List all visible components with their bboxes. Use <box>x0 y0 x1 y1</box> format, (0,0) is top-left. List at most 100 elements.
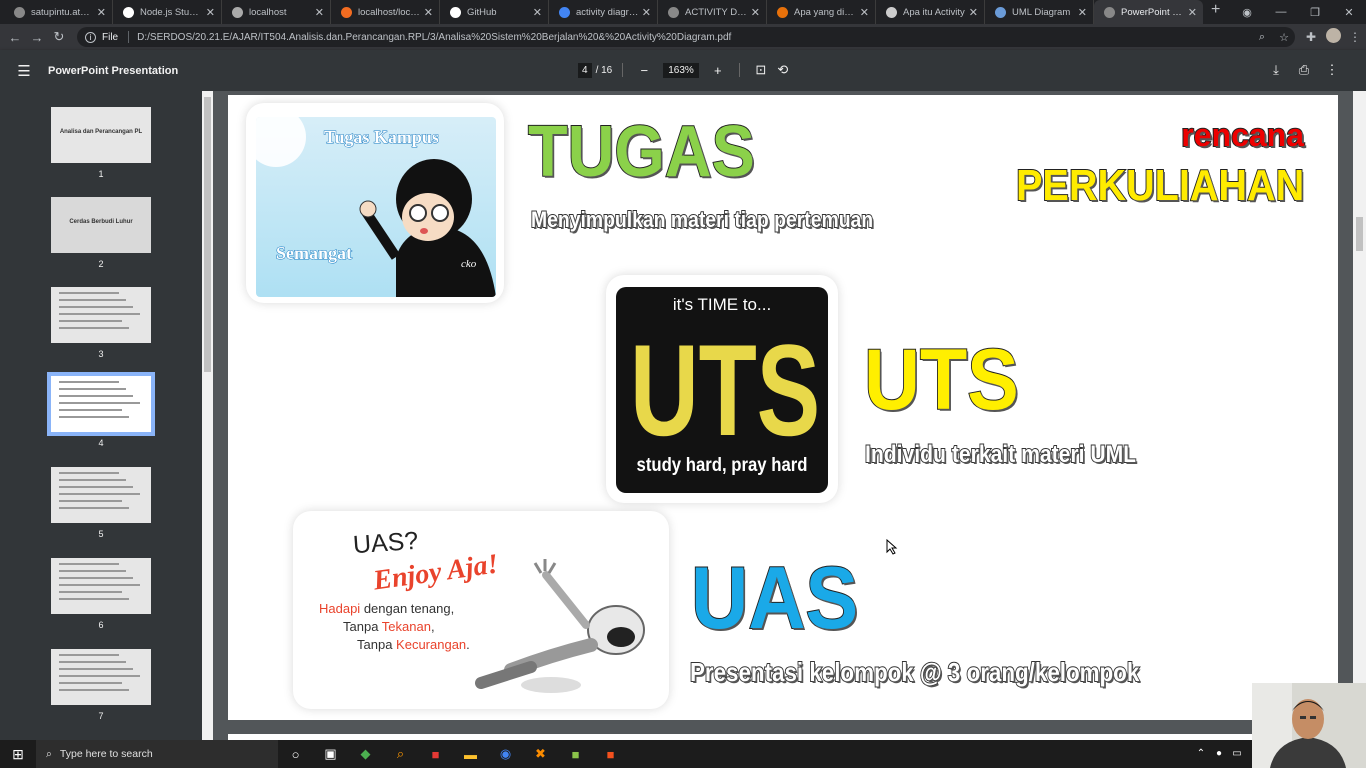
pdf-toolbar: ☰ PowerPoint Presentation 4 / 16 − 163% … <box>0 50 1366 91</box>
thumbnail-line <box>59 675 140 677</box>
tab-close-icon[interactable]: ✕ <box>533 6 542 19</box>
app-icon-2[interactable]: ■ <box>418 747 453 762</box>
app-icon-1[interactable]: ◆ <box>348 746 383 762</box>
tab-close-icon[interactable]: ✕ <box>424 6 433 19</box>
tab-favicon-icon <box>1104 6 1115 18</box>
battery-icon[interactable]: ▭ <box>1228 748 1246 759</box>
new-tab-button[interactable]: + <box>1211 1 1220 19</box>
page-thumbnail[interactable] <box>51 558 151 614</box>
page-thumbnail[interactable] <box>47 372 155 436</box>
thumbnail-text: Analisa dan Perancangan PL <box>59 129 143 135</box>
thumbnail-line <box>59 479 126 481</box>
thumbnail-page-number: 7 <box>98 711 104 721</box>
more-options-icon[interactable]: ⋮ <box>1318 62 1346 78</box>
hadapi-word: Hadapi <box>319 601 361 616</box>
pdf-page: Tugas Kampus Semangat cko TUGAS Menyimpu… <box>228 95 1338 720</box>
document-title: PowerPoint Presentation <box>48 64 179 77</box>
kebab-menu-icon[interactable]: ⋮ <box>1344 30 1366 44</box>
app-icon-3[interactable]: ■ <box>558 747 593 762</box>
zoom-in-button[interactable]: + <box>707 63 729 78</box>
cortana-icon[interactable]: ○ <box>278 747 313 762</box>
browser-tab[interactable]: PowerPoint Presentation✕ <box>1094 0 1203 24</box>
thumbnail-line <box>59 327 129 329</box>
url-text[interactable]: D:/SERDOS/20.21.E/AJAR/IT504.Analisis.da… <box>137 32 1251 43</box>
browser-tab[interactable]: Node.js Study | Dash✕ <box>113 0 222 24</box>
microphone-icon[interactable]: ● <box>1210 748 1228 759</box>
maximize-button[interactable]: ❐ <box>1298 6 1332 19</box>
sidebar-scrollbar-thumb[interactable] <box>204 97 211 372</box>
reload-button[interactable]: ↻ <box>48 29 70 45</box>
tab-title: localhost/localhost/ <box>358 6 421 18</box>
browser-tab[interactable]: satupintu.atmaluhur✕ <box>4 0 113 24</box>
thumbnail-line <box>59 299 126 301</box>
browser-tab[interactable]: GitHub ✕ <box>440 0 549 24</box>
thumbnail-line <box>59 493 140 495</box>
close-window-button[interactable]: ✕ <box>1332 6 1366 19</box>
profile-menu-icon[interactable]: ◉ <box>1230 6 1264 19</box>
thumbnail-line <box>59 313 140 315</box>
page-number-input[interactable]: 4 <box>578 62 592 78</box>
file-scheme-label: File <box>102 31 119 43</box>
browser-tab[interactable]: Apa itu Activity ✕ <box>876 0 985 24</box>
extensions-puzzle-icon[interactable]: ✚ <box>1300 30 1322 44</box>
download-icon[interactable]: ⤓ <box>1262 62 1290 78</box>
fit-page-icon[interactable]: ⊡ <box>750 62 772 78</box>
back-button[interactable]: ← <box>4 30 26 45</box>
zoom-out-button[interactable]: − <box>633 63 655 78</box>
browser-tab[interactable]: localhost ✕ <box>222 0 331 24</box>
bookmark-star-icon[interactable]: ☆ <box>1273 31 1295 44</box>
tab-close-icon[interactable]: ✕ <box>860 6 869 19</box>
thumbnail-line <box>59 472 119 474</box>
tab-close-icon[interactable]: ✕ <box>206 6 215 19</box>
page-thumbnail[interactable] <box>51 467 151 523</box>
taskbar-search-box[interactable]: ⌕ Type here to search <box>36 740 278 768</box>
thumbnail-line <box>59 409 122 411</box>
browser-tab[interactable]: localhost/localhost/✕ <box>331 0 440 24</box>
xampp-icon[interactable]: ✖ <box>523 746 558 762</box>
hamburger-menu-icon[interactable]: ☰ <box>0 62 48 80</box>
forward-button[interactable]: → <box>26 30 48 45</box>
tab-close-icon[interactable]: ✕ <box>1078 6 1087 19</box>
app-icon-4[interactable]: ■ <box>593 747 628 762</box>
tab-close-icon[interactable]: ✕ <box>642 6 651 19</box>
its-time-text: it's TIME to... <box>672 295 772 314</box>
zoom-input[interactable]: 163% <box>663 62 699 78</box>
browser-tab[interactable]: UML Diagram ✕ <box>985 0 1094 24</box>
tab-close-icon[interactable]: ✕ <box>97 6 106 19</box>
file-explorer-icon[interactable]: ▬ <box>453 747 488 762</box>
page-thumbnail[interactable] <box>51 649 151 705</box>
chevron-up-icon[interactable]: ⌃ <box>1192 748 1210 759</box>
avatar[interactable] <box>1322 28 1344 46</box>
browser-tab[interactable]: activity diagram ✕ <box>549 0 658 24</box>
page-thumbnail[interactable]: Analisa dan Perancangan PL <box>51 107 151 163</box>
print-icon[interactable]: ⎙ <box>1290 62 1318 78</box>
tab-close-icon[interactable]: ✕ <box>315 6 324 19</box>
sidebar-scrollbar[interactable] <box>202 91 213 740</box>
tab-close-icon[interactable]: ✕ <box>751 6 760 19</box>
minimize-button[interactable]: — <box>1264 6 1298 18</box>
tab-close-icon[interactable]: ✕ <box>969 6 978 19</box>
windows-start-icon[interactable]: ⊞ <box>0 746 36 763</box>
zoom-icon[interactable]: ⌕ <box>1251 31 1273 44</box>
windows-taskbar: ⊞ ⌕ Type here to search ○ ▣ ◆ ⌕ ■ ▬ ◉ ✖ … <box>0 740 1366 768</box>
tab-favicon-icon <box>668 6 679 18</box>
omnibox[interactable]: i File D:/SERDOS/20.21.E/AJAR/IT504.Anal… <box>77 27 1295 47</box>
thumbnail-line <box>59 292 119 294</box>
info-icon[interactable]: i <box>85 31 96 43</box>
viewer-scrollbar[interactable] <box>1353 91 1366 740</box>
pdf-right-tools: ⤓ ⎙ ⋮ <box>1262 62 1346 78</box>
rotate-icon[interactable]: ⟲ <box>772 62 794 78</box>
task-view-icon[interactable]: ▣ <box>313 746 348 762</box>
chrome-icon[interactable]: ◉ <box>488 746 523 762</box>
kecurangan-word: Kecurangan <box>396 637 467 652</box>
thumbnail-line <box>59 570 126 572</box>
system-tray: ⌃ ● ▭ <box>1192 748 1246 759</box>
viewer-scrollbar-thumb[interactable] <box>1356 217 1363 251</box>
tab-favicon-icon <box>886 6 897 18</box>
tab-close-icon[interactable]: ✕ <box>1188 6 1197 19</box>
search-app-icon[interactable]: ⌕ <box>383 746 418 762</box>
page-thumbnail[interactable]: Cerdas Berbudi Luhur <box>51 197 151 253</box>
browser-tab[interactable]: ACTIVITY DIAGRAM✕ <box>658 0 767 24</box>
browser-tab[interactable]: Apa yang dimaksud✕ <box>767 0 876 24</box>
page-thumbnail[interactable] <box>51 287 151 343</box>
